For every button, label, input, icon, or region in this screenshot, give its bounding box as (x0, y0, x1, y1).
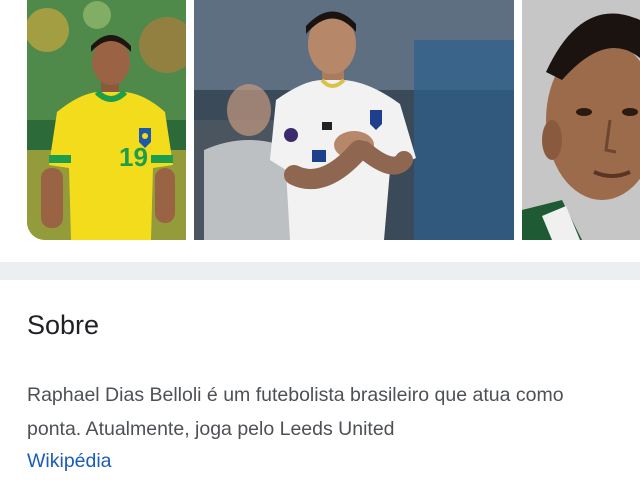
player-portrait-image (522, 0, 640, 240)
player-leeds-image (194, 0, 514, 240)
image-gallery: 19 (0, 0, 640, 262)
image-thumbnail-portrait[interactable] (522, 0, 640, 240)
about-description: Raphael Dias Belloli é um futebolista br… (27, 384, 564, 440)
image-thumbnail-brazil[interactable]: 19 (27, 0, 186, 240)
section-divider (0, 262, 640, 280)
about-title: Sobre (27, 310, 100, 340)
about-section: Sobre Raphael Dias Belloli é um futeboli… (0, 280, 640, 480)
image-thumbnail-leeds[interactable] (194, 0, 514, 240)
wikipedia-link[interactable]: Wikipédia (27, 446, 112, 476)
jersey-number: 19 (119, 142, 148, 172)
player-brazil-image: 19 (27, 0, 186, 240)
